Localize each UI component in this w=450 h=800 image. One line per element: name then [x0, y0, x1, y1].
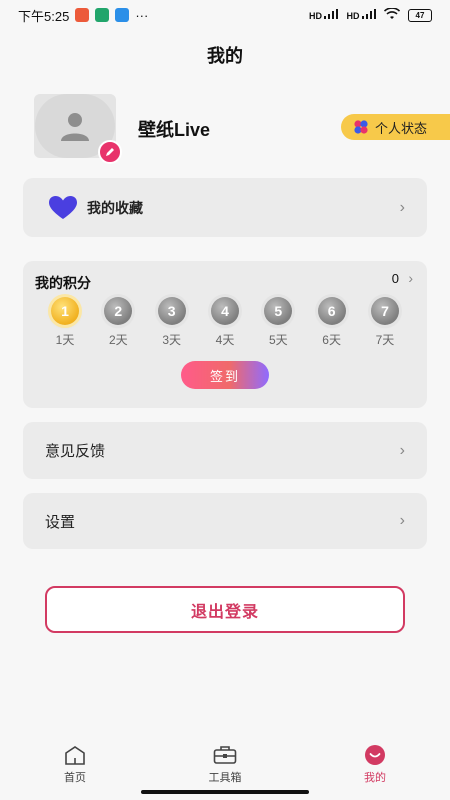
tab-mine-label: 我的 — [364, 772, 386, 784]
feedback-label: 意见反馈 — [45, 443, 106, 460]
coin-icon: 5 — [264, 297, 293, 325]
home-icon — [63, 744, 87, 766]
day-label: 7天 — [375, 333, 395, 347]
checkin-day-1: 1 1天 — [39, 297, 91, 348]
checkin-day-5: 5 5天 — [252, 297, 304, 348]
settings-row[interactable]: 设置 › — [23, 493, 427, 549]
day-label: 5天 — [268, 333, 288, 347]
signal-icon: HD — [346, 9, 376, 21]
points-value[interactable]: 0 — [392, 271, 399, 286]
user-icon — [61, 113, 89, 141]
wifi-icon — [383, 7, 401, 22]
notification-app-icon — [95, 8, 110, 22]
feedback-row[interactable]: 意见反馈 › — [23, 422, 427, 479]
home-indicator — [141, 790, 309, 794]
status-time: 下午5:25 — [18, 8, 70, 24]
checkin-day-4: 4 4天 — [199, 297, 251, 348]
checkin-day-2: 2 2天 — [92, 297, 144, 348]
checkin-day-7: 7 7天 — [359, 297, 411, 348]
coin-icon: 7 — [370, 297, 399, 325]
tab-home[interactable]: 首页 — [0, 744, 150, 785]
tab-mine[interactable]: 我的 — [300, 744, 450, 785]
checkin-day-6: 6 6天 — [306, 297, 358, 348]
chevron-right-icon: › — [399, 198, 405, 216]
sign-in-button[interactable]: 签到 — [181, 361, 269, 389]
chevron-right-icon[interactable]: › — [408, 270, 413, 286]
more-notifications: ··· — [135, 7, 149, 23]
username: 壁纸Live — [138, 120, 211, 140]
toolbox-icon — [213, 744, 237, 766]
edit-avatar-icon[interactable] — [98, 140, 122, 164]
coin-icon: 1 — [51, 297, 79, 325]
tab-home-label: 首页 — [64, 772, 86, 784]
personal-status-button[interactable]: 个人状态 — [341, 114, 450, 140]
points-card: 我的积分 0 › 1 1天 2 2天 3 3天 4 4天 5 5天 6 6天 7… — [23, 261, 427, 408]
tab-bar: 首页 工具箱 我的 — [0, 744, 450, 790]
heart-icon — [49, 195, 77, 219]
checkin-days: 1 1天 2 2天 3 3天 4 4天 5 5天 6 6天 7 7天 — [39, 297, 411, 348]
notification-app-icon — [75, 8, 90, 22]
tab-tools-label: 工具箱 — [208, 772, 242, 784]
day-label: 3天 — [162, 333, 181, 347]
page-title: 我的 — [207, 46, 243, 66]
signal-hd-label: HD — [308, 11, 322, 21]
day-label: 4天 — [215, 333, 235, 347]
personal-status-label: 个人状态 — [375, 120, 428, 136]
points-title: 我的积分 — [35, 275, 91, 291]
favorites-label: 我的收藏 — [87, 199, 143, 216]
coin-icon: 3 — [157, 297, 186, 325]
battery-icon: 47 — [408, 8, 432, 22]
coin-icon: 2 — [104, 297, 133, 325]
day-label: 2天 — [108, 333, 128, 347]
day-label: 1天 — [55, 333, 75, 347]
logout-button[interactable]: 退出登录 — [45, 586, 405, 633]
settings-label: 设置 — [45, 513, 76, 531]
day-label: 6天 — [322, 333, 341, 347]
signal-icon: HD — [309, 9, 339, 21]
status-right: HD HD 47 — [309, 7, 432, 22]
status-left: 下午5:25 ··· — [18, 6, 148, 25]
checkin-day-3: 3 3天 — [146, 297, 198, 348]
coin-icon: 4 — [210, 297, 239, 325]
chevron-right-icon: › — [399, 441, 405, 459]
tab-tools[interactable]: 工具箱 — [150, 744, 300, 785]
coin-icon: 6 — [317, 297, 346, 325]
mine-icon — [363, 744, 387, 766]
favorites-row[interactable]: 我的收藏 › — [23, 178, 427, 237]
notification-app-icon — [115, 8, 130, 22]
signal-hd-label: HD — [346, 11, 360, 21]
status-bar: 下午5:25 ··· HD HD 47 — [0, 0, 450, 30]
clover-icon — [354, 120, 368, 134]
profile-page: 下午5:25 ··· HD HD 47 我的 壁纸Live 个人状态 我的收藏 … — [0, 0, 450, 800]
chevron-right-icon: › — [399, 512, 405, 529]
